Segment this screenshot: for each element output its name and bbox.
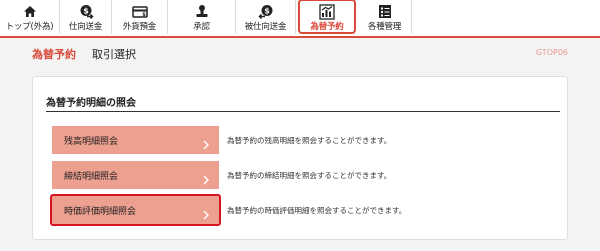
page-subtitle: 取引選択 [92,48,136,61]
chevron-right-icon [203,205,209,224]
contract-detail-inquiry-label: 締結明細照会 [64,171,119,182]
tab-top-label: トップ(外為) [5,22,54,32]
panel-heading: 為替予約明細の照会 [46,98,136,109]
page-header: 為替予約 取引選択 GTOP06 [0,38,600,68]
contract-detail-inquiry-button[interactable]: 締結明細照会 [52,161,219,189]
panel-divider [46,111,560,112]
svg-text:$: $ [264,6,270,15]
management-icon [378,3,392,20]
tab-forex-contract[interactable]: 為替予約 [298,0,356,34]
approval-icon [195,3,209,20]
tab-foreign-deposit-label: 外貨預金 [122,22,157,32]
home-icon [23,3,37,20]
list-item: 時価評価明細照会 為替予約の時価評価明細を照会することができます。 [50,194,552,226]
tab-approval-label: 承認 [193,22,210,32]
list-item: 残高明細照会 為替予約の残高明細を照会することができます。 [52,126,552,154]
tab-management-label: 各種管理 [367,22,402,32]
tab-top[interactable]: トップ(外為) [0,0,60,34]
chevron-right-icon [203,135,209,154]
balance-detail-inquiry-label: 残高明細照会 [64,136,119,147]
global-nav: トップ(外為) $ 仕向送金 $ 外貨預金 承認 $ 被仕向送金 為替予約 各種… [0,0,600,38]
tab-forex-contract-label: 為替予約 [310,22,344,32]
inquiry-panel: 為替予約明細の照会 残高明細照会 為替予約の残高明細を照会することができます。 … [32,76,568,240]
chevron-right-icon [203,170,209,189]
tab-outgoing-remittance-label: 仕向送金 [68,22,103,32]
svg-text:$: $ [83,6,89,15]
mark-to-market-detail-inquiry-button[interactable]: 時価評価明細照会 [50,194,221,226]
page-title: 為替予約 [32,48,76,61]
foreign-deposit-icon: $ [131,3,148,20]
tab-foreign-deposit[interactable]: $ 外貨預金 [112,0,168,34]
tab-management[interactable]: 各種管理 [358,0,412,34]
contract-detail-description: 為替予約の締結明細を照会することができます。 [227,171,392,180]
tab-approval[interactable]: 承認 [168,0,236,34]
balance-detail-description: 為替予約の残高明細を照会することができます。 [227,136,392,145]
svg-text:$: $ [142,12,146,18]
outgoing-remittance-icon: $ [78,3,94,20]
forex-contract-icon [319,4,335,20]
list-item: 締結明細照会 為替予約の締結明細を照会することができます。 [52,161,552,189]
tab-incoming-remittance[interactable]: $ 被仕向送金 [236,0,296,34]
mark-to-market-detail-description: 為替予約の時価評価明細を照会することができます。 [227,206,407,215]
incoming-remittance-icon: $ [257,3,274,20]
tab-outgoing-remittance[interactable]: $ 仕向送金 [60,0,112,34]
tab-incoming-remittance-label: 被仕向送金 [244,22,287,32]
mark-to-market-detail-inquiry-label: 時価評価明細照会 [64,206,137,217]
balance-detail-inquiry-button[interactable]: 残高明細照会 [52,126,219,154]
screen-id: GTOP06 [535,48,568,57]
